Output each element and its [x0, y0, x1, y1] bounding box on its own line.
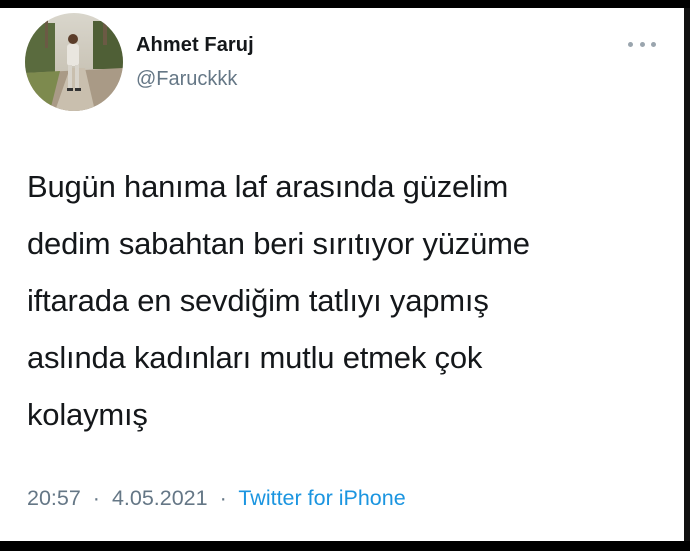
avatar[interactable]: [25, 13, 123, 111]
avatar-photo: [25, 13, 123, 111]
more-dot: [651, 41, 656, 47]
tweet-text: Bugün hanıma laf arasında güzelim dedim …: [27, 169, 530, 432]
tweet-date[interactable]: 4.05.2021: [112, 486, 208, 510]
more-dot: [639, 41, 645, 47]
tweet-source-link[interactable]: Twitter for iPhone: [238, 486, 405, 510]
user-handle[interactable]: @Faruckkk: [136, 68, 237, 91]
more-dot: [628, 41, 633, 47]
tweet-card: Ahmet Faruj @Faruckkk Bugün hanıma laf a…: [0, 8, 690, 541]
more-horizontal-icon[interactable]: [628, 36, 656, 52]
meta-separator: ·: [92, 486, 100, 510]
tweet-time[interactable]: 20:57: [27, 486, 81, 510]
display-name[interactable]: Ahmet Faruj: [136, 34, 254, 57]
tweet-meta: 20:57 · 4.05.2021 · Twitter for iPhone: [27, 486, 406, 511]
meta-separator: ·: [219, 486, 227, 510]
